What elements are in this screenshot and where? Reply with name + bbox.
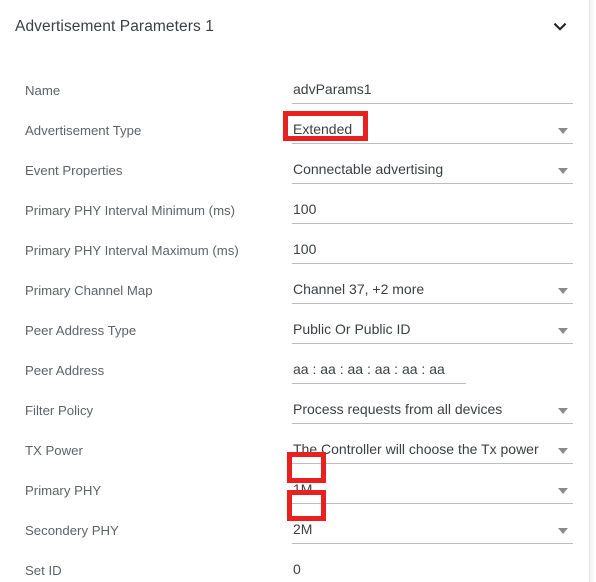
form-row: Secondery PHY 2M (0, 511, 589, 551)
advertisement-parameters-panel: Advertisement Parameters 1 Name advParams… (0, 0, 596, 582)
field-value: advParams1 (293, 81, 372, 97)
field-label: Secondery PHY (25, 523, 119, 538)
select-event-properties[interactable]: Connectable advertising (292, 151, 573, 191)
field-underline (292, 263, 573, 264)
field-value: 100 (293, 201, 317, 217)
field-underline (292, 143, 573, 144)
field-label: Primary Channel Map (25, 283, 153, 298)
field-value: The Controller will choose the Tx power (293, 441, 539, 457)
form-row: Primary Channel Map Channel 37, +2 more (0, 271, 589, 311)
caret-down-icon[interactable] (558, 448, 568, 454)
field-label: Primary PHY (25, 483, 102, 498)
field-value: Connectable advertising (293, 161, 444, 177)
field-underline (292, 223, 573, 224)
input-set-id[interactable]: 0 (292, 551, 573, 582)
input-name[interactable]: advParams1 (292, 71, 573, 111)
field-underline (292, 463, 573, 464)
field-underline (292, 503, 573, 504)
caret-down-icon[interactable] (558, 528, 568, 534)
form-row: Primary PHY Interval Minimum (ms) 100 (0, 191, 589, 231)
field-value: Public Or Public ID (293, 321, 411, 337)
form-row: Set ID 0 (0, 551, 589, 582)
form-row: Advertisement Type Extended (0, 111, 589, 151)
input-primary-phy-interval-minimum-ms[interactable]: 100 (292, 191, 573, 231)
field-underline (292, 103, 573, 104)
field-label: Advertisement Type (25, 123, 142, 138)
field-underline (292, 383, 466, 384)
caret-down-icon[interactable] (558, 128, 568, 134)
select-advertisement-type[interactable]: Extended (292, 111, 573, 151)
select-peer-address-type[interactable]: Public Or Public ID (292, 311, 573, 351)
field-value: Process requests from all devices (293, 401, 503, 417)
field-underline (292, 183, 573, 184)
field-value: Extended (293, 121, 353, 137)
field-underline (292, 423, 573, 424)
field-value: 2M (293, 521, 313, 537)
field-underline (292, 303, 573, 304)
field-label: Peer Address Type (25, 323, 137, 338)
select-secondery-phy[interactable]: 2M (292, 511, 573, 551)
caret-down-icon[interactable] (558, 408, 568, 414)
select-filter-policy[interactable]: Process requests from all devices (292, 391, 573, 431)
caret-down-icon[interactable] (558, 288, 568, 294)
form-row: Peer Address Type Public Or Public ID (0, 311, 589, 351)
input-primary-phy-interval-maximum-ms[interactable]: 100 (292, 231, 573, 271)
field-value: 100 (293, 241, 317, 257)
field-underline (292, 343, 573, 344)
field-label: Event Properties (25, 163, 123, 178)
form-row: TX Power The Controller will choose the T… (0, 431, 589, 471)
field-label: Name (25, 83, 61, 98)
parameters-form: Name advParams1 Advertisement Type Extended… (0, 0, 589, 582)
field-label: Primary PHY Interval Maximum (ms) (25, 243, 239, 258)
field-label: Set ID (25, 563, 62, 578)
field-value: Channel 37, +2 more (293, 281, 425, 297)
form-row: Event Properties Connectable advertising (0, 151, 589, 191)
field-label: Primary PHY Interval Minimum (ms) (25, 203, 236, 218)
form-row: Primary PHY Interval Maximum (ms) 100 (0, 231, 589, 271)
caret-down-icon[interactable] (558, 328, 568, 334)
field-label: Filter Policy (25, 403, 94, 418)
select-primary-phy[interactable]: 1M (292, 471, 573, 511)
form-row: Peer Address aa : aa : aa : aa : aa : aa (0, 351, 589, 391)
field-underline (292, 543, 573, 544)
select-primary-channel-map[interactable]: Channel 37, +2 more (292, 271, 573, 311)
form-row: Filter Policy Process requests from all d… (0, 391, 589, 431)
field-label: TX Power (25, 443, 83, 458)
field-value: 1M (293, 481, 313, 497)
field-value: 0 (293, 561, 301, 577)
field-label: Peer Address (25, 363, 105, 378)
panel-right-shadow (590, 0, 596, 582)
form-row: Name advParams1 (0, 71, 589, 111)
caret-down-icon[interactable] (558, 488, 568, 494)
select-tx-power[interactable]: The Controller will choose the Tx power (292, 431, 573, 471)
field-value: aa : aa : aa : aa : aa : aa (293, 361, 445, 377)
input-peer-address[interactable]: aa : aa : aa : aa : aa : aa (292, 351, 466, 391)
form-row: Primary PHY 1M (0, 471, 589, 511)
caret-down-icon[interactable] (558, 168, 568, 174)
